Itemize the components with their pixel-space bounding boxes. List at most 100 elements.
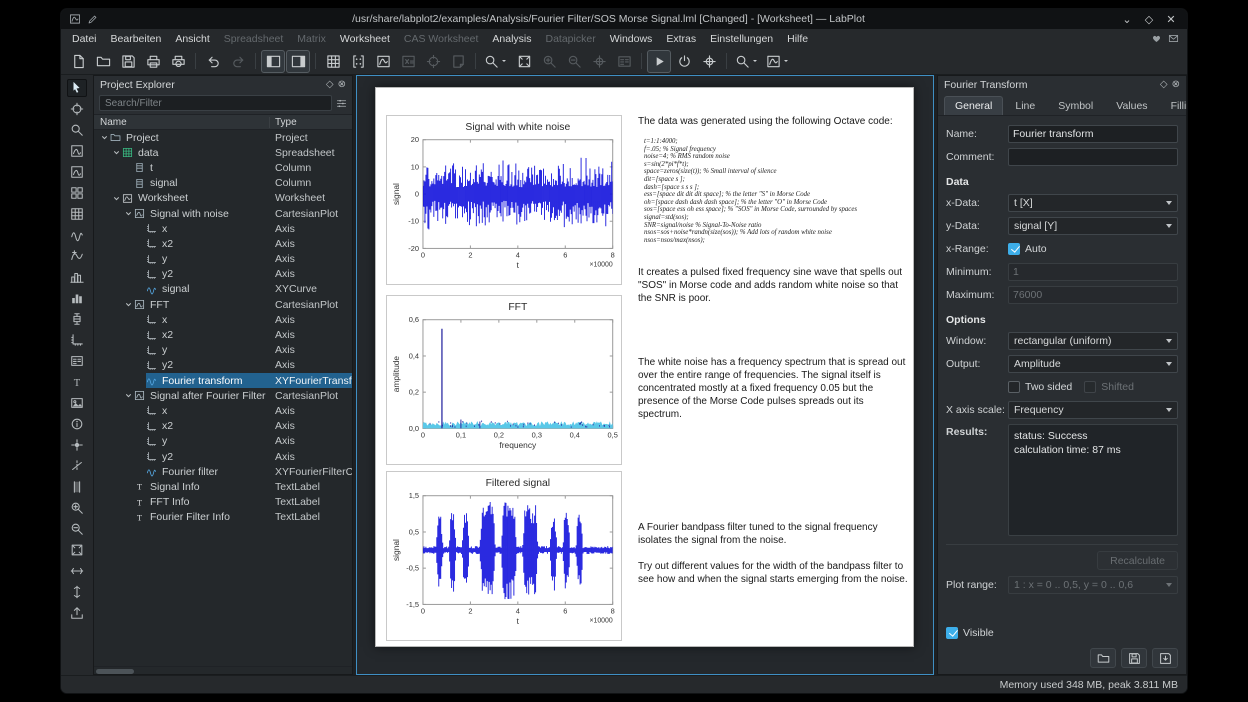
tree-item-signal[interactable]: signalColumn <box>94 176 352 191</box>
dock-float-icon[interactable]: ◇ <box>1160 79 1168 90</box>
expander-icon[interactable] <box>100 133 110 142</box>
add-plot-template-button[interactable] <box>67 205 87 223</box>
tree-item-y[interactable]: yAxis <box>94 343 352 358</box>
feedback-icon[interactable] <box>1168 33 1179 44</box>
tab-filling[interactable]: Filling <box>1160 96 1188 115</box>
tree-item-y[interactable]: yAxis <box>94 434 352 449</box>
column-header-type[interactable]: Type <box>270 117 297 128</box>
zoom-mode-button[interactable] <box>672 50 696 73</box>
tree-item-worksheet[interactable]: WorksheetWorksheet <box>94 191 352 206</box>
add-axis-button[interactable] <box>67 331 87 349</box>
fit-page-button[interactable] <box>512 50 536 73</box>
tree-item-x2[interactable]: x2Axis <box>94 419 352 434</box>
zoom-selection-mode-button[interactable] <box>67 121 87 139</box>
plot-fft[interactable]: FFTamplitude00,10,20,30,40,50,00,20,40,6… <box>386 295 622 465</box>
tree-item-y[interactable]: yAxis <box>94 252 352 267</box>
worksheet-canvas[interactable]: Signal with white noisesignal02468-20-10… <box>375 87 914 647</box>
presenter-mode-button[interactable] <box>763 50 793 73</box>
tree-item-fourier-filter-info[interactable]: TFourier Filter InfoTextLabel <box>94 510 352 525</box>
tree-item-fourier-transform[interactable]: Fourier transformXYFourierTransformCurve <box>94 373 352 388</box>
worksheet-view[interactable]: Signal with white noisesignal02468-20-10… <box>356 75 934 675</box>
new-worksheet-button[interactable] <box>371 50 395 73</box>
print-preview-button[interactable] <box>166 50 190 73</box>
zoom-fit-x-button[interactable] <box>67 562 87 580</box>
tree-item-y2[interactable]: y2Axis <box>94 267 352 282</box>
dock-close-icon[interactable]: ⊗ <box>1172 79 1180 90</box>
expander-icon[interactable] <box>124 209 134 218</box>
navigate-mode-button[interactable] <box>647 50 671 73</box>
crosshair-mode-button[interactable] <box>67 100 87 118</box>
expander-icon[interactable] <box>112 148 122 157</box>
name-input[interactable] <box>1008 125 1178 143</box>
undo-button[interactable] <box>201 50 225 73</box>
x-data-select[interactable]: t [X] <box>1008 194 1178 212</box>
tree-item-x[interactable]: xAxis <box>94 312 352 327</box>
tree-item-data[interactable]: dataSpreadsheet <box>94 145 352 160</box>
toggle-project-explorer-button[interactable] <box>261 50 285 73</box>
tree-item-y2[interactable]: y2Axis <box>94 449 352 464</box>
add-text-label-button[interactable]: T <box>67 373 87 391</box>
zoom-fit-y-button[interactable] <box>67 583 87 601</box>
expander-icon[interactable] <box>124 391 134 400</box>
new-matrix-button[interactable] <box>346 50 370 73</box>
add-xy-curve-button[interactable] <box>67 226 87 244</box>
add-box-plot-button[interactable] <box>67 310 87 328</box>
column-header-name[interactable]: Name <box>94 117 270 128</box>
zoom-fit-button[interactable] <box>67 541 87 559</box>
expander-icon[interactable] <box>124 300 134 309</box>
x-axis-scale-select[interactable]: Frequency <box>1008 401 1178 419</box>
float-panel-icon[interactable]: ◇ <box>326 79 334 90</box>
selection-mode-button[interactable] <box>697 50 721 73</box>
tree-item-fft[interactable]: FFTCartesianPlot <box>94 297 352 312</box>
comment-input[interactable] <box>1008 148 1178 166</box>
tree-item-signal-with-noise[interactable]: Signal with noiseCartesianPlot <box>94 206 352 221</box>
magnification-button[interactable] <box>732 50 762 73</box>
add-four-axes-plot-button[interactable] <box>67 142 87 160</box>
search-input[interactable] <box>99 95 332 111</box>
tree-item-x2[interactable]: x2Axis <box>94 236 352 251</box>
select-mode-button[interactable] <box>67 79 87 97</box>
save-as-default-button[interactable] <box>1152 648 1178 668</box>
add-histogram-button[interactable] <box>67 268 87 286</box>
add-custom-point-button[interactable] <box>67 436 87 454</box>
titlebar[interactable]: /usr/share/labplot2/examples/Analysis/Fo… <box>61 9 1187 29</box>
menu-bearbeiten[interactable]: Bearbeiten <box>104 31 169 47</box>
tree-item-x[interactable]: xAxis <box>94 403 352 418</box>
menu-datei[interactable]: Datei <box>65 31 104 47</box>
visible-checkbox[interactable] <box>946 627 958 639</box>
tab-line[interactable]: Line <box>1004 96 1046 115</box>
zoom-out-button[interactable] <box>67 520 87 538</box>
horizontal-scrollbar[interactable] <box>94 666 352 674</box>
print-button[interactable] <box>141 50 165 73</box>
close-button[interactable]: ✕ <box>1163 13 1179 26</box>
project-explorer-header[interactable]: Project Explorer ◇ ⊗ <box>94 76 352 93</box>
zoom-select-button[interactable] <box>481 50 511 73</box>
add-two-axes-plot-button[interactable] <box>67 163 87 181</box>
load-configuration-button[interactable] <box>1090 648 1116 668</box>
add-image-button[interactable] <box>67 394 87 412</box>
tree-item-signal-info[interactable]: TSignal InfoTextLabel <box>94 479 352 494</box>
expander-icon[interactable] <box>112 194 122 203</box>
tab-symbol[interactable]: Symbol <box>1047 96 1104 115</box>
tab-general[interactable]: General <box>944 96 1003 115</box>
add-reference-range-button[interactable] <box>67 478 87 496</box>
dock-header[interactable]: Fourier Transform ◇ ⊗ <box>938 76 1186 93</box>
menu-ansicht[interactable]: Ansicht <box>168 31 216 47</box>
add-centered-plot-button[interactable] <box>67 184 87 202</box>
tree-item-x[interactable]: xAxis <box>94 221 352 236</box>
tree-item-x2[interactable]: x2Axis <box>94 327 352 342</box>
add-legend-button[interactable] <box>67 352 87 370</box>
output-select[interactable]: Amplitude <box>1008 355 1178 373</box>
zoom-in-button[interactable] <box>67 499 87 517</box>
new-spreadsheet-button[interactable] <box>321 50 345 73</box>
toggle-properties-dock-button[interactable] <box>286 50 310 73</box>
add-reference-line-button[interactable] <box>67 457 87 475</box>
tree-item-y2[interactable]: y2Axis <box>94 358 352 373</box>
plot-signal-with-noise[interactable]: Signal with white noisesignal02468-20-10… <box>386 115 622 285</box>
minimize-button[interactable]: ⌄ <box>1119 13 1135 26</box>
open-file-button[interactable] <box>91 50 115 73</box>
y-data-select[interactable]: signal [Y] <box>1008 217 1178 235</box>
menu-extras[interactable]: Extras <box>659 31 703 47</box>
auto-checkbox[interactable] <box>1008 243 1020 255</box>
tree-item-signal-after-fourier-filter[interactable]: Signal after Fourier FilterCartesianPlot <box>94 388 352 403</box>
